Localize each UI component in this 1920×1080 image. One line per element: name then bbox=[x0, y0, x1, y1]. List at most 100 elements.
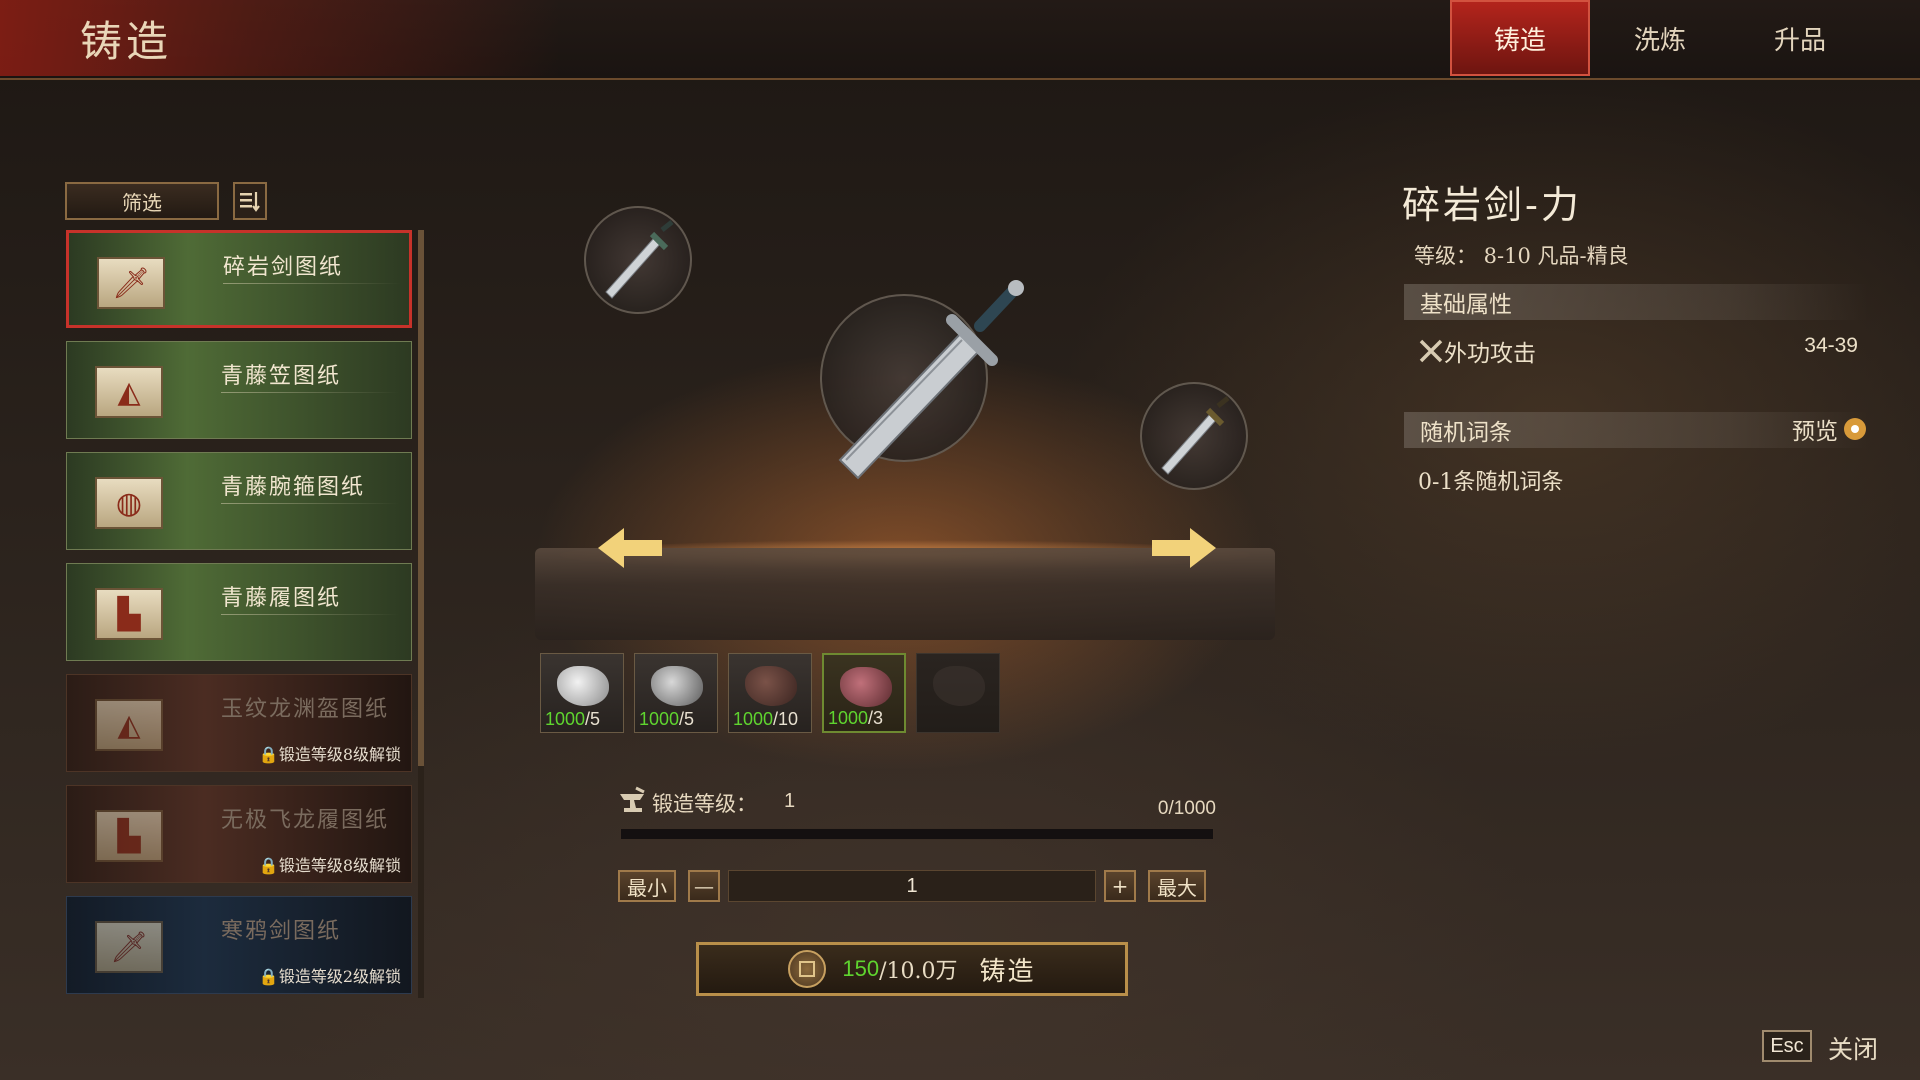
unlock-text: 锻造等级8级解锁 bbox=[278, 745, 401, 764]
material-have: 1000 bbox=[545, 709, 586, 729]
coin-hole bbox=[799, 961, 816, 977]
blueprint-list: 🗡 碎岩剑图纸 ◭ 青藤笠图纸 ◍ 青藤腕箍图纸 ▙ 青藤履图纸 ◭ 玉纹龙渊盔… bbox=[66, 230, 422, 1000]
sort-list-icon[interactable] bbox=[233, 182, 267, 220]
unlock-requirement: 🔒锻造等级8级解锁 bbox=[259, 852, 401, 876]
blueprint-name: 青藤笠图纸 bbox=[221, 364, 342, 389]
tab-bar: 铸造 洗炼 升品 bbox=[1450, 0, 1870, 76]
forge-button-label: 铸造 bbox=[979, 956, 1036, 987]
material-count: 1000/5 bbox=[545, 709, 600, 730]
tab-upgrade[interactable]: 升品 bbox=[1730, 0, 1870, 76]
unlock-text: 锻造等级2级解锁 bbox=[278, 967, 401, 986]
material-count: 1000/5 bbox=[639, 709, 694, 730]
material-have: 1000 bbox=[639, 709, 680, 729]
max-button[interactable]: 最大 bbox=[1148, 870, 1206, 902]
random-affix-desc: 0-1条随机词条 bbox=[1418, 470, 1564, 495]
dark-ore-icon bbox=[745, 666, 797, 706]
cost-have: 150 bbox=[842, 956, 880, 981]
arrow-left-svg bbox=[598, 528, 662, 568]
arrow-right-svg bbox=[1152, 528, 1216, 568]
list-item-blueprint[interactable]: ◍ 青藤腕箍图纸 bbox=[66, 452, 412, 550]
filter-button[interactable]: 筛选 bbox=[65, 182, 219, 220]
preview-label: 预览 bbox=[1792, 419, 1838, 445]
forge-level-label: 锻造等级： bbox=[652, 792, 757, 816]
next-arrow-icon[interactable] bbox=[1152, 528, 1216, 568]
minus-button[interactable]: — bbox=[688, 870, 720, 902]
material-slot-empty[interactable] bbox=[916, 653, 1000, 733]
list-scroll-thumb[interactable] bbox=[418, 230, 424, 766]
sword-icon: 🗡 bbox=[95, 921, 163, 973]
sword-icon: 🗡 bbox=[97, 257, 165, 309]
boots-icon: ▙ bbox=[95, 588, 163, 640]
stat-row: 外功攻击 bbox=[1418, 334, 1536, 368]
list-item-blueprint[interactable]: 🗡 碎岩剑图纸 bbox=[66, 230, 412, 328]
blueprint-name: 碎岩剑图纸 bbox=[223, 255, 344, 280]
tab-refine[interactable]: 洗炼 bbox=[1590, 0, 1730, 76]
divider bbox=[221, 503, 399, 504]
blueprint-name: 青藤履图纸 bbox=[221, 586, 342, 611]
sword-icon bbox=[605, 220, 674, 299]
crossed-swords-icon bbox=[1419, 339, 1443, 363]
esc-key-button[interactable]: Esc bbox=[1762, 1030, 1812, 1062]
hat-icon: ◭ bbox=[95, 699, 163, 751]
material-slot[interactable]: 1000/5 bbox=[540, 653, 624, 733]
min-button[interactable]: 最小 bbox=[618, 870, 676, 902]
red-ore-icon bbox=[840, 667, 892, 707]
material-slots: 1000/5 1000/5 1000/10 1000/3 bbox=[540, 653, 1000, 733]
close-button[interactable]: 关闭 bbox=[1828, 1030, 1878, 1066]
main-item-display bbox=[820, 280, 1024, 480]
forge-level-value: 1 bbox=[784, 790, 796, 812]
sword-icon bbox=[1161, 396, 1230, 475]
list-item-blueprint[interactable]: ▙ 青藤履图纸 bbox=[66, 563, 412, 661]
material-slot[interactable]: 1000/10 bbox=[728, 653, 812, 733]
forge-progress-text: 0/1000 bbox=[1157, 798, 1216, 819]
list-item-blueprint-locked[interactable]: 🗡 寒鸦剑图纸 🔒锻造等级2级解锁 bbox=[66, 896, 412, 994]
variant-slot-left[interactable] bbox=[584, 206, 692, 314]
plus-button[interactable]: + bbox=[1104, 870, 1136, 902]
stat-value: 34-39 bbox=[1804, 334, 1858, 357]
eye-pupil bbox=[1851, 425, 1859, 433]
gray-ore-icon bbox=[651, 666, 703, 706]
preview-button[interactable]: 预览 bbox=[1792, 412, 1866, 446]
coin-icon bbox=[788, 950, 827, 988]
sword-icon bbox=[838, 280, 1024, 480]
eye-icon bbox=[1844, 418, 1866, 440]
sort-list-icon-svg bbox=[240, 192, 260, 212]
variant-slot-right[interactable] bbox=[1140, 382, 1248, 490]
material-slot[interactable]: 1000/3 bbox=[822, 653, 906, 733]
unlock-text: 锻造等级8级解锁 bbox=[278, 856, 401, 875]
list-item-blueprint-locked[interactable]: ◭ 玉纹龙渊盔图纸 🔒锻造等级8级解锁 bbox=[66, 674, 412, 772]
unlock-requirement: 🔒锻造等级8级解锁 bbox=[259, 741, 401, 765]
lock-icon: 🔒 bbox=[258, 967, 279, 986]
section-base-attributes: 基础属性 bbox=[1404, 284, 1868, 320]
lock-icon: 🔒 bbox=[258, 856, 279, 875]
item-level-line: 等级： 8-10 凡品-精良 bbox=[1414, 244, 1629, 268]
lock-icon: 🔒 bbox=[258, 745, 279, 764]
material-need: /3 bbox=[868, 708, 884, 728]
material-need: /10 bbox=[773, 709, 799, 729]
list-item-blueprint[interactable]: ◭ 青藤笠图纸 bbox=[66, 341, 412, 439]
list-item-blueprint-locked[interactable]: ▙ 无极飞龙履图纸 🔒锻造等级8级解锁 bbox=[66, 785, 412, 883]
divider bbox=[223, 283, 401, 284]
forge-progress-bar bbox=[620, 828, 1214, 840]
material-need: /5 bbox=[585, 709, 601, 729]
blueprint-name: 寒鸦剑图纸 bbox=[221, 919, 342, 944]
material-count: 1000/10 bbox=[733, 709, 798, 730]
anvil-icon bbox=[620, 786, 645, 812]
unlock-requirement: 🔒锻造等级2级解锁 bbox=[259, 963, 401, 987]
material-slot[interactable]: 1000/5 bbox=[634, 653, 718, 733]
forge-button[interactable]: 150 /10.0万 铸造 bbox=[696, 942, 1128, 996]
page-title: 铸造 bbox=[80, 17, 173, 66]
silver-ore-icon bbox=[557, 666, 609, 706]
hat-icon: ◭ bbox=[95, 366, 163, 418]
material-count: 1000/3 bbox=[828, 708, 883, 729]
blueprint-name: 无极飞龙履图纸 bbox=[221, 808, 390, 833]
empty-slot-icon bbox=[933, 666, 985, 706]
material-have: 1000 bbox=[828, 708, 869, 728]
prev-arrow-icon[interactable] bbox=[598, 528, 662, 568]
quantity-input[interactable]: 1 bbox=[728, 870, 1096, 902]
item-name: 碎岩剑-力 bbox=[1402, 183, 1582, 227]
divider bbox=[221, 614, 399, 615]
cost-need: /10.0万 bbox=[879, 959, 958, 984]
stat-name: 外功攻击 bbox=[1444, 341, 1536, 367]
tab-forge[interactable]: 铸造 bbox=[1450, 0, 1590, 76]
